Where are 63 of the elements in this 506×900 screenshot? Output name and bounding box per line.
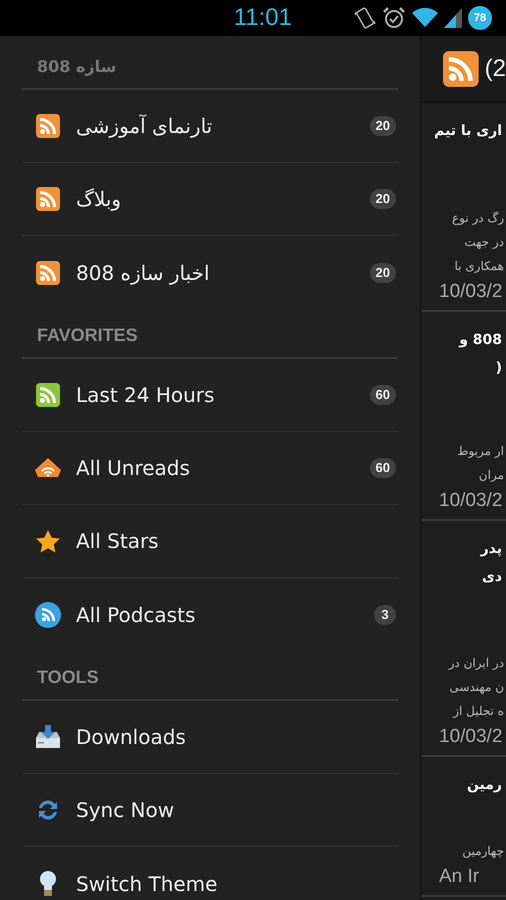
item-label: All Unreads xyxy=(76,455,191,482)
star-icon xyxy=(35,528,61,554)
drawer-item[interactable]: Sync Now xyxy=(22,774,398,847)
drawer-item[interactable]: Switch Theme xyxy=(22,847,398,900)
article-title: ( xyxy=(496,359,502,378)
clock-time: 11:01 xyxy=(234,3,292,33)
article-date: 10/03/2 xyxy=(438,489,504,513)
article-date: 10/03/2 xyxy=(438,280,504,304)
drawer-item[interactable]: Last 24 Hours 60 xyxy=(22,359,398,432)
article-title: اری با تیم xyxy=(434,122,502,141)
signal-icon xyxy=(444,8,462,28)
article-snippet: در ایران در xyxy=(448,655,504,672)
wifi-icon xyxy=(412,8,438,28)
item-label: اخبار سازه 808 xyxy=(76,260,211,287)
section-header: FAVORITES xyxy=(37,324,138,347)
lightbulb-icon xyxy=(38,870,58,898)
rss-icon xyxy=(36,383,60,407)
unreads-icon xyxy=(34,457,62,479)
item-label: All Stars xyxy=(76,528,160,555)
article-title: 808 و xyxy=(459,331,502,350)
download-icon xyxy=(34,724,62,750)
item-label: Switch Theme xyxy=(76,870,218,898)
article-title: پدر xyxy=(480,540,502,559)
vibrate-icon xyxy=(354,6,376,30)
article-title: رمین xyxy=(466,776,502,795)
item-label: All Podcasts xyxy=(76,602,196,628)
item-label: تارنمای آموزشی xyxy=(76,113,214,140)
article-snippet: مران xyxy=(478,467,504,484)
podcast-icon xyxy=(35,602,61,628)
drawer-item[interactable]: All Unreads 60 xyxy=(22,432,398,505)
drawer-item[interactable]: All Podcasts 3 xyxy=(22,578,398,651)
drawer-item[interactable]: All Stars xyxy=(22,505,398,578)
alarm-icon xyxy=(382,6,406,30)
sync-icon xyxy=(36,798,60,822)
rss-icon xyxy=(443,50,479,88)
item-label: Sync Now xyxy=(76,797,176,824)
item-label: وبلاگ xyxy=(76,186,122,213)
article-snippet: ن مهندسی xyxy=(449,679,504,696)
article-snippet: همکاری با xyxy=(454,258,504,275)
rss-icon xyxy=(36,260,60,284)
drawer-item[interactable]: Downloads xyxy=(22,701,398,774)
item-label: Last 24 Hours xyxy=(76,382,216,409)
article-title: دی xyxy=(482,568,502,587)
section-header: سازه 808 xyxy=(37,56,116,78)
article-snippet: ه تجلیل از xyxy=(453,703,504,720)
article-snippet: ار مربوط xyxy=(457,443,504,460)
rss-icon xyxy=(36,114,60,138)
count-badge: 20 xyxy=(370,189,396,209)
count-badge: 20 xyxy=(370,116,396,136)
panel-title: (2 xyxy=(484,54,506,84)
article-snippet: رگ در نوع xyxy=(452,210,504,227)
count-badge: 20 xyxy=(370,262,396,282)
section-header: TOOLS xyxy=(37,666,99,689)
item-label: Downloads xyxy=(76,724,187,751)
count-badge: 60 xyxy=(370,458,396,478)
count-badge: 3 xyxy=(374,604,396,624)
article-date: 10/03/2 xyxy=(438,725,504,749)
article-date: An Ir xyxy=(438,865,480,889)
rss-icon xyxy=(36,187,60,211)
count-badge: 60 xyxy=(370,385,396,405)
article-snippet: چهارمین xyxy=(462,843,504,860)
article-snippet: در جهت xyxy=(464,234,504,251)
battery-indicator: 78 xyxy=(468,6,492,30)
